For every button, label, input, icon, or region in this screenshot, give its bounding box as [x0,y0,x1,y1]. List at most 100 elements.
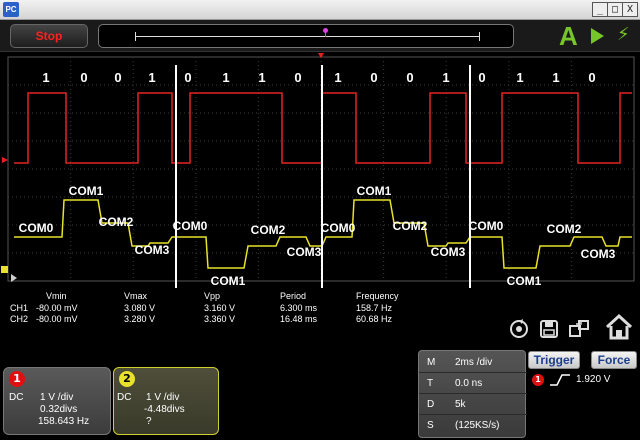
bit-label: 1 [258,70,265,85]
row-vmax: 3.080 V [124,303,156,313]
title-bar: PC _ □ X [0,0,640,20]
channel-1-scale: 1 V /div [40,392,74,403]
app-logo: PC [3,2,19,17]
com-label: COM2 [393,219,428,233]
timebase-panel[interactable]: M 2ms /div T 0.0 ns D 5k S (125KS/s) [418,350,527,438]
channel-2-panel[interactable]: 2 DC 1 V /div -4.48divs ? [113,367,219,435]
stop-button[interactable]: Stop [10,24,88,48]
header-vpp: Vpp [204,291,221,301]
close-button[interactable]: X [622,2,638,17]
com-label: COM3 [287,245,322,259]
scope-display: 1 0 0 1 0 1 1 0 1 0 0 1 0 1 1 0 COM0 COM1 COM2 COM3 COM0 COM1… [0,53,640,288]
header-vmin: Vmin [46,291,67,301]
com-label: COM2 [251,223,286,237]
channel-1-offset: 0.32divs [40,404,78,415]
com-label: COM3 [581,247,616,261]
com-label: COM1 [211,274,246,288]
timeline-slider[interactable] [98,24,514,48]
row-vpp: 3.160 V [204,303,236,313]
depth-key: D [427,399,435,410]
bit-label: 1 [552,70,559,85]
channel-1-frequency: 158.643 Hz [38,416,90,427]
depth-value: 5k [455,399,466,410]
ch2-offset-marker[interactable] [1,266,8,273]
trigger-time-key: T [427,378,434,389]
row-vmin: -80.00 mV [36,303,78,313]
measurements-row-ch2: CH2 -80.00 mV 3.280 V 3.360 V 16.48 ms 6… [10,314,430,325]
save-icon[interactable] [538,318,560,340]
header-frequency: Frequency [356,291,399,301]
bit-label: 1 [148,70,155,85]
bit-label: 1 [334,70,341,85]
export-icon[interactable] [568,318,590,340]
timeline-marker-stem [325,32,326,37]
header-vmax: Vmax [124,291,148,301]
measurements-row-ch1: CH1 -80.00 mV 3.080 V 3.160 V 6.300 ms 1… [10,303,430,314]
timeline-track [135,36,479,37]
row-channel: CH2 [10,314,29,324]
bit-label: 1 [222,70,229,85]
timebase-key: M [427,357,436,368]
row-vmin: -80.00 mV [36,314,78,324]
com-label: COM0 [321,221,356,235]
sample-rate-row[interactable]: S (125KS/s) [419,416,527,436]
sample-rate-key: S [427,420,434,431]
bit-label: 1 [442,70,449,85]
channel-1-coupling: DC [9,392,24,403]
oscilloscope-app: PC _ □ X Stop A ⚡ 1 0 0 1 0 1 1 0 1 0 0 1 0 1 1 0 COM0 CO… [0,0,640,440]
com-label: COM1 [357,184,392,198]
channel-2-scale: 1 V /div [146,392,180,403]
com-label: COM0 [173,219,208,233]
timebase-value: 2ms /div [455,357,493,368]
channel-1-badge: 1 [9,371,25,387]
com-label: COM3 [135,243,170,257]
waveform-canvas: 1 0 0 1 0 1 1 0 1 0 0 1 0 1 1 0COM0COM1COM2COM3COM0COM1… [1,53,635,288]
rotate-icon[interactable] [508,318,530,340]
com-label: COM2 [99,215,134,229]
com-label: COM0 [469,219,504,233]
trigger-time-row[interactable]: T 0.0 ns [419,374,527,394]
bit-label: 0 [588,70,595,85]
com-label: COM1 [69,184,104,198]
minimize-button[interactable]: _ [592,2,608,17]
bit-label: 0 [370,70,377,85]
depth-row[interactable]: D 5k [419,395,527,415]
auto-set-button[interactable]: A [559,21,578,51]
bit-label: 0 [80,70,87,85]
trigger-time-value: 0.0 ns [455,378,483,389]
header-period: Period [280,291,307,301]
bit-label: 1 [516,70,523,85]
timeline-end-cap [479,32,480,41]
trigger-level: 1.920 V [576,374,611,385]
channel-2-coupling: DC [117,392,132,403]
channel-2-frequency: ? [146,416,152,427]
bit-label: 0 [406,70,413,85]
bit-label: 0 [114,70,121,85]
restore-button[interactable]: □ [607,2,623,17]
force-button[interactable]: Force [591,351,637,369]
toolbar: Stop A ⚡ [0,20,640,52]
bit-label: 0 [294,70,301,85]
trigger-button[interactable]: Trigger [528,351,580,369]
measurements-header: Vmin Vmax Vpp Period Frequency [10,291,430,302]
trigger-source-badge: 1 [532,374,544,386]
row-channel: CH1 [10,303,29,313]
measurements-table: Vmin Vmax Vpp Period Frequency CH1 -80.0… [10,291,430,335]
play-icon[interactable] [591,28,604,44]
home-icon[interactable] [604,312,634,342]
row-period: 6.300 ms [280,303,318,313]
row-frequency: 60.68 Hz [356,314,393,324]
ch1-offset-marker[interactable] [2,157,8,163]
channel-1-panel[interactable]: 1 DC 1 V /div 0.32divs 158.643 Hz [3,367,111,435]
channel-2-offset: -4.48divs [144,404,185,415]
bit-label: 0 [184,70,191,85]
rising-edge-icon[interactable] [549,373,571,387]
bit-label: 0 [478,70,485,85]
row-frequency: 158.7 Hz [356,303,393,313]
row-period: 16.48 ms [280,314,318,324]
channel-2-badge: 2 [119,371,135,387]
timebase-row[interactable]: M 2ms /div [419,353,527,373]
lightning-icon[interactable]: ⚡ [617,23,630,47]
bit-label: 1 [42,70,49,85]
com-label: COM3 [431,245,466,259]
